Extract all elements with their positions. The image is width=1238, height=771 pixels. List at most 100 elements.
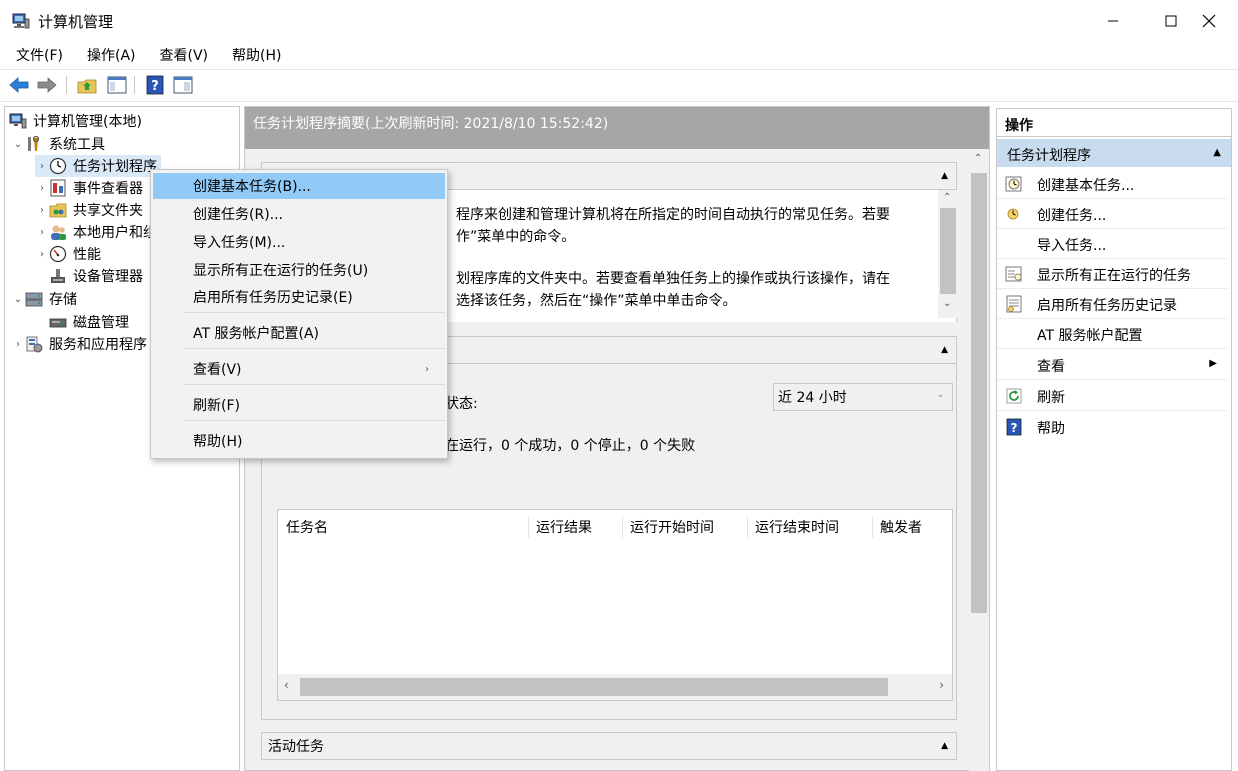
computer-management-icon xyxy=(9,113,27,129)
show-hide-tree-button[interactable] xyxy=(106,74,128,96)
ctx-create-task[interactable]: 创建任务(R)... xyxy=(153,201,445,227)
overview-line-2: 作”菜单中的命令。 xyxy=(456,229,576,245)
chevron-right-icon[interactable]: › xyxy=(35,227,49,238)
scrollbar-thumb[interactable] xyxy=(940,208,956,294)
tree-system-tools[interactable]: ⌄ 系统工具 xyxy=(11,133,105,155)
ctx-show-running-tasks[interactable]: 显示所有正在运行的任务(U) xyxy=(153,257,445,283)
basic-task-icon xyxy=(1005,176,1022,192)
maximize-icon xyxy=(1165,15,1177,27)
scrollbar-thumb[interactable] xyxy=(300,678,888,696)
show-hide-tree-icon xyxy=(107,76,127,94)
disk-icon xyxy=(49,318,67,328)
ctx-at-service-account[interactable]: AT 服务帐户配置(A) xyxy=(153,320,445,346)
tree-task-scheduler[interactable]: › 任务计划程序 xyxy=(35,155,161,177)
overview-line-3: 划程序库的文件夹中。若要查看单独任务上的操作或执行该操作，请在 xyxy=(456,271,890,287)
chevron-right-icon[interactable]: › xyxy=(35,249,49,260)
action-label: 创建基本任务... xyxy=(1037,178,1135,194)
scroll-down-icon[interactable]: ⌄ xyxy=(943,298,951,309)
action-import-task[interactable]: 导入任务... xyxy=(997,229,1227,259)
ctx-create-basic-task[interactable]: 创建基本任务(B)... xyxy=(153,173,445,199)
ctx-import-task[interactable]: 导入任务(M)... xyxy=(153,229,445,255)
tree-device-manager[interactable]: 设备管理器 xyxy=(49,265,143,287)
action-refresh[interactable]: 刷新 xyxy=(997,381,1227,411)
menu-view[interactable]: 查看(V) xyxy=(160,45,219,65)
overview-scrollbar[interactable]: ⌃ ⌄ xyxy=(938,190,958,318)
scroll-up-icon[interactable]: ⌃ xyxy=(974,153,982,164)
tree-device-manager-label: 设备管理器 xyxy=(73,269,143,285)
collapse-icon[interactable]: ▲ xyxy=(941,171,948,181)
minimize-button[interactable] xyxy=(1084,0,1142,42)
close-button[interactable] xyxy=(1180,0,1238,42)
column-triggered-by[interactable]: 触发者 xyxy=(872,510,922,544)
tree-services-apps[interactable]: › 服务和应用程序 xyxy=(11,333,147,355)
actions-group-task-scheduler[interactable]: 任务计划程序 ▲ xyxy=(997,139,1231,167)
menu-bar: 文件(F) 操作(A) 查看(V) 帮助(H) xyxy=(0,42,1238,68)
actions-group-label: 任务计划程序 xyxy=(1007,148,1091,164)
collapse-icon[interactable]: ▲ xyxy=(1213,147,1221,158)
ctx-view[interactable]: 查看(V) › xyxy=(153,356,445,382)
column-run-result[interactable]: 运行结果 xyxy=(528,510,592,544)
scroll-right-icon[interactable]: › xyxy=(939,678,944,692)
up-level-button[interactable] xyxy=(76,74,98,96)
ctx-refresh[interactable]: 刷新(F) xyxy=(153,392,445,418)
overview-line-4: 选择该任务，然后在“操作”菜单中单击命令。 xyxy=(456,293,737,309)
action-view[interactable]: 查看 ▶ xyxy=(997,350,1227,380)
back-button[interactable] xyxy=(8,74,30,96)
scrollbar-thumb[interactable] xyxy=(971,173,987,613)
collapse-icon[interactable]: ▲ xyxy=(941,741,948,751)
action-show-running-tasks[interactable]: 显示所有正在运行的任务 xyxy=(997,259,1227,289)
menu-action[interactable]: 操作(A) xyxy=(87,45,146,65)
tree-performance[interactable]: › 性能 xyxy=(35,243,101,265)
scroll-up-icon[interactable]: ⌃ xyxy=(943,192,951,203)
column-run-start[interactable]: 运行开始时间 xyxy=(622,510,714,544)
collapse-icon[interactable]: ▲ xyxy=(941,345,948,355)
context-menu: 创建基本任务(B)... 创建任务(R)... 导入任务(M)... 显示所有正… xyxy=(150,169,448,459)
scroll-left-icon[interactable]: ‹ xyxy=(284,678,289,692)
tree-disk-management[interactable]: 磁盘管理 xyxy=(49,311,129,333)
up-folder-icon xyxy=(77,79,97,94)
window-title: 计算机管理 xyxy=(38,13,114,31)
chevron-right-icon[interactable]: › xyxy=(11,339,25,350)
chevron-down-icon[interactable]: ⌄ xyxy=(11,139,25,150)
properties-button[interactable] xyxy=(172,74,194,96)
action-enable-task-history[interactable]: 启用所有任务历史记录 xyxy=(997,289,1227,319)
shared-folder-icon xyxy=(49,203,67,218)
submenu-arrow-icon: › xyxy=(425,363,429,375)
create-task-icon xyxy=(1007,208,1019,220)
action-help[interactable]: ? 帮助 xyxy=(997,412,1227,442)
tree-local-users[interactable]: › 本地用户和组 xyxy=(35,221,157,243)
menu-file[interactable]: 文件(F) xyxy=(16,45,73,65)
svg-text:?: ? xyxy=(1011,421,1018,435)
chevron-down-icon[interactable]: ⌄ xyxy=(11,294,25,305)
close-icon xyxy=(1202,14,1216,28)
ctx-enable-task-history[interactable]: 启用所有任务历史记录(E) xyxy=(153,284,445,310)
forward-button[interactable] xyxy=(36,74,58,96)
active-tasks-section-header[interactable]: 活动任务 ▲ xyxy=(261,732,957,760)
time-range-select[interactable]: 近 24 小时 ⌄ xyxy=(773,383,953,411)
chevron-right-icon[interactable]: › xyxy=(35,183,49,194)
help-icon: ? xyxy=(1006,418,1022,436)
grid-horizontal-scrollbar[interactable]: ‹ › xyxy=(278,674,952,700)
tree-root[interactable]: 计算机管理(本地) xyxy=(9,110,142,132)
column-run-end[interactable]: 运行结束时间 xyxy=(747,510,839,544)
main-vertical-scrollbar[interactable]: ⌃ xyxy=(969,149,989,771)
chevron-right-icon[interactable]: › xyxy=(35,205,49,216)
ctx-view-label: 查看(V) xyxy=(193,362,242,378)
tree-storage[interactable]: ⌄ 存储 xyxy=(11,288,77,310)
action-create-basic-task[interactable]: 创建基本任务... xyxy=(997,169,1227,199)
action-create-task[interactable]: 创建任务... xyxy=(997,199,1227,229)
device-manager-icon xyxy=(51,269,65,283)
menu-help[interactable]: 帮助(H) xyxy=(232,45,291,65)
action-at-service-account[interactable]: AT 服务帐户配置 xyxy=(997,319,1227,349)
actions-title: 操作 xyxy=(997,109,1231,137)
column-task-name[interactable]: 任务名 xyxy=(278,510,328,544)
task-status-grid: 任务名 运行结果 运行开始时间 运行结束时间 触发者 ‹ › xyxy=(277,509,953,701)
help-button[interactable]: ? xyxy=(144,74,166,96)
clock-icon xyxy=(49,157,67,175)
users-icon xyxy=(51,225,66,240)
tree-shared-folders[interactable]: › 共享文件夹 xyxy=(35,199,143,221)
tree-event-viewer[interactable]: › 事件查看器 xyxy=(35,177,143,199)
chevron-down-icon: ⌄ xyxy=(936,390,944,400)
ctx-help[interactable]: 帮助(H) xyxy=(153,428,445,454)
chevron-right-icon[interactable]: › xyxy=(35,161,49,172)
